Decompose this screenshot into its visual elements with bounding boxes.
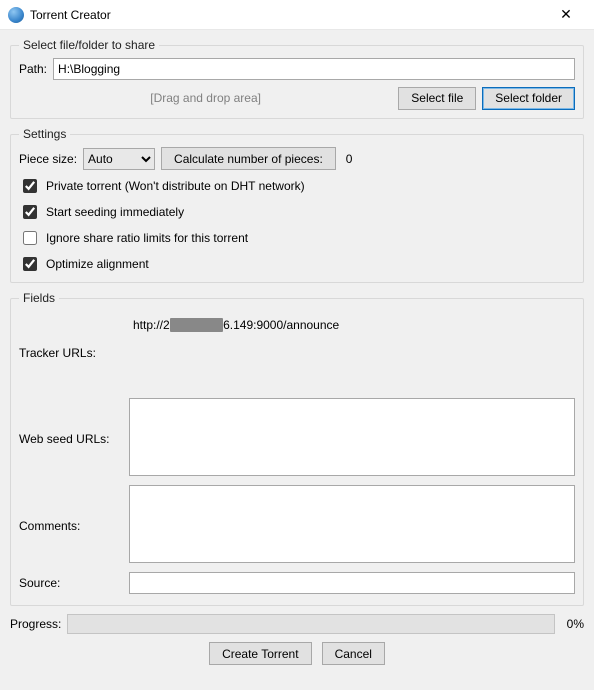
redacted-ip: ________	[170, 318, 223, 332]
calculate-pieces-button[interactable]: Calculate number of pieces:	[161, 147, 336, 170]
comments-label: Comments:	[19, 519, 80, 533]
tracker-urls-input[interactable]: http://2________6.149:9000/announce	[129, 314, 575, 392]
start-seeding-checkbox[interactable]	[23, 205, 37, 219]
source-input[interactable]	[129, 572, 575, 594]
create-torrent-button[interactable]: Create Torrent	[209, 642, 311, 665]
ignore-ratio-checkbox[interactable]	[23, 231, 37, 245]
ignore-ratio-label: Ignore share ratio limits for this torre…	[46, 231, 248, 245]
source-label: Source:	[19, 576, 60, 590]
app-icon	[8, 7, 24, 23]
fields-legend: Fields	[19, 291, 59, 305]
pieces-count: 0	[346, 152, 353, 166]
settings-group: Settings Piece size: Auto Calculate numb…	[10, 127, 584, 283]
private-torrent-label: Private torrent (Won't distribute on DHT…	[46, 179, 305, 193]
path-input[interactable]	[53, 58, 575, 80]
piece-size-select[interactable]: Auto	[83, 148, 155, 170]
private-torrent-checkbox[interactable]	[23, 179, 37, 193]
piece-size-label: Piece size:	[19, 152, 77, 166]
window-title: Torrent Creator	[30, 8, 546, 22]
optimize-alignment-label: Optimize alignment	[46, 257, 149, 271]
settings-legend: Settings	[19, 127, 70, 141]
webseed-urls-input[interactable]	[129, 398, 575, 476]
progress-percent: 0%	[567, 617, 584, 631]
progress-bar	[67, 614, 554, 634]
path-label: Path:	[19, 62, 47, 76]
fields-group: Fields Tracker URLs: http://2________6.1…	[10, 291, 584, 606]
select-file-button[interactable]: Select file	[398, 87, 476, 110]
start-seeding-label: Start seeding immediately	[46, 205, 184, 219]
optimize-alignment-checkbox[interactable]	[23, 257, 37, 271]
progress-label: Progress:	[10, 617, 61, 631]
webseed-urls-label: Web seed URLs:	[19, 432, 110, 446]
comments-input[interactable]	[129, 485, 575, 563]
file-group: Select file/folder to share Path: [Drag …	[10, 38, 584, 119]
select-folder-button[interactable]: Select folder	[482, 87, 575, 110]
titlebar: Torrent Creator ✕	[0, 0, 594, 30]
cancel-button[interactable]: Cancel	[322, 642, 385, 665]
drag-drop-area[interactable]: [Drag and drop area]	[19, 86, 392, 110]
close-icon[interactable]: ✕	[546, 6, 586, 23]
file-group-legend: Select file/folder to share	[19, 38, 159, 52]
tracker-urls-label: Tracker URLs:	[19, 346, 96, 360]
